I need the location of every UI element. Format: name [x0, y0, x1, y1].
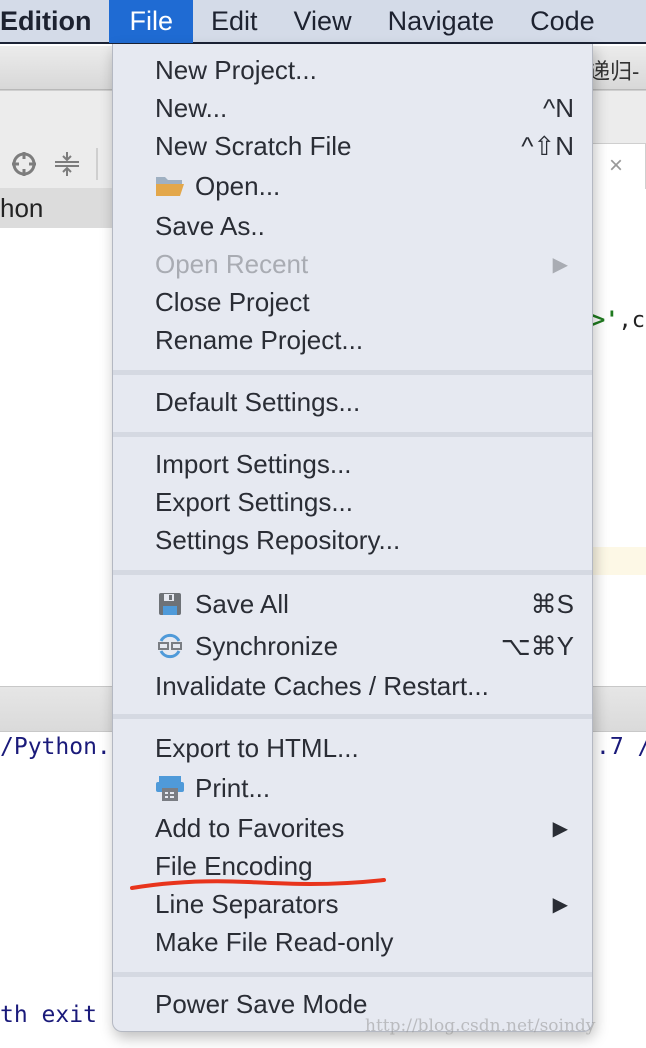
file-menu: New Project... New... ^N New Scratch File… — [112, 44, 593, 1032]
print-icon — [155, 775, 185, 801]
window-title-fragment: 递归- — [588, 59, 640, 84]
menu-item-export-to-html[interactable]: Export to HTML... — [113, 729, 592, 767]
menubar-app-name[interactable]: Edition — [0, 0, 109, 43]
watermark: http://blog.csdn.net/soindy — [365, 1016, 596, 1036]
console-line: th exit ( — [0, 1002, 125, 1028]
menu-separator — [113, 432, 592, 437]
shortcut-label: ^N — [543, 92, 574, 123]
menu-item-label: Print... — [195, 772, 271, 803]
menu-item-synchronize[interactable]: Synchronize ⌥⌘Y — [113, 627, 592, 665]
menu-item-label: Save All — [195, 588, 289, 619]
toolbar-separator — [96, 148, 98, 180]
menu-item-label: Close Project — [155, 286, 310, 317]
shortcut-label: ⌘S — [530, 588, 574, 619]
menu-item-open-recent: Open Recent ▶ — [113, 245, 592, 283]
menubar-file[interactable]: File — [109, 0, 193, 43]
menu-item-label: New Project... — [155, 54, 317, 85]
submenu-arrow-icon: ▶ — [552, 817, 568, 840]
editor-tab[interactable]: × — [590, 143, 646, 189]
sync-icon — [155, 633, 185, 659]
console-line: /Python. — [0, 734, 111, 760]
menu-item-label: Add to Favorites — [155, 812, 345, 843]
menu-item-label: Settings Repository... — [155, 524, 401, 555]
menubar-navigate[interactable]: Navigate — [370, 0, 513, 43]
menu-separator — [113, 714, 592, 719]
menu-item-label: Power Save Mode — [155, 988, 368, 1019]
menu-item-open[interactable]: Open... — [113, 167, 592, 205]
menu-separator — [113, 570, 592, 575]
menu-item-label: New Scratch File — [155, 130, 352, 161]
menu-item-save-as[interactable]: Save As.. — [113, 207, 592, 245]
menu-item-line-separators[interactable]: Line Separators ▶ — [113, 885, 592, 923]
menu-item-save-all[interactable]: Save All ⌘S — [113, 585, 592, 623]
menu-item-rename-project[interactable]: Rename Project... — [113, 321, 592, 359]
menu-item-new-project[interactable]: New Project... — [113, 51, 592, 89]
console-line-right: .7 /U — [596, 734, 646, 760]
close-tab-icon[interactable]: × — [609, 152, 623, 180]
save-icon — [155, 591, 185, 617]
menu-item-label: Rename Project... — [155, 324, 364, 355]
menu-separator — [113, 972, 592, 977]
submenu-arrow-icon: ▶ — [552, 253, 568, 276]
menu-item-label: Export to HTML... — [155, 732, 359, 763]
menu-item-label: Save As.. — [155, 210, 265, 241]
locate-icon[interactable] — [10, 150, 38, 185]
caret-line-highlight — [592, 547, 646, 575]
menubar-code[interactable]: Code — [512, 0, 613, 43]
menubar-view[interactable]: View — [276, 0, 370, 43]
submenu-arrow-icon: ▶ — [552, 893, 568, 916]
menu-item-add-to-favorites[interactable]: Add to Favorites ▶ — [113, 809, 592, 847]
menu-item-new[interactable]: New... ^N — [113, 89, 592, 127]
menu-item-close-project[interactable]: Close Project — [113, 283, 592, 321]
code-string: >' — [592, 308, 619, 333]
menu-item-label: Line Separators — [155, 888, 339, 919]
menu-item-label: Open... — [195, 170, 281, 201]
menu-item-new-scratch-file[interactable]: New Scratch File ^⇧N — [113, 127, 592, 165]
menu-item-label: Open Recent — [155, 248, 309, 279]
project-panel-header: hon — [0, 188, 120, 228]
menu-item-label: Invalidate Caches / Restart... — [155, 670, 489, 701]
menu-item-invalidate-caches[interactable]: Invalidate Caches / Restart... — [113, 667, 592, 705]
menu-separator — [113, 370, 592, 375]
folder-icon — [155, 173, 185, 199]
menu-item-label: Import Settings... — [155, 448, 352, 479]
code-fragment: >',c — [592, 308, 645, 333]
menu-item-label: Default Settings... — [155, 386, 361, 417]
shortcut-label: ^⇧N — [521, 130, 574, 161]
menubar-edit[interactable]: Edit — [193, 0, 276, 43]
menu-item-file-encoding[interactable]: File Encoding — [113, 847, 592, 885]
shortcut-label: ⌥⌘Y — [500, 630, 574, 661]
menu-item-make-file-read-only[interactable]: Make File Read-only — [113, 923, 592, 961]
menu-item-label: File Encoding — [155, 850, 313, 881]
menu-item-import-settings[interactable]: Import Settings... — [113, 445, 592, 483]
menu-item-default-settings[interactable]: Default Settings... — [113, 383, 592, 421]
menu-item-label: Export Settings... — [155, 486, 353, 517]
menu-item-label: Make File Read-only — [155, 926, 394, 957]
menu-item-label: Synchronize — [195, 630, 339, 661]
menu-item-settings-repository[interactable]: Settings Repository... — [113, 521, 592, 559]
menu-item-label: New... — [155, 92, 228, 123]
collapse-all-icon[interactable] — [54, 150, 80, 185]
menu-item-export-settings[interactable]: Export Settings... — [113, 483, 592, 521]
menu-item-print[interactable]: Print... — [113, 769, 592, 807]
code-text: ,c — [618, 308, 646, 333]
menu-bar: Edition File Edit View Navigate Code — [0, 0, 646, 44]
